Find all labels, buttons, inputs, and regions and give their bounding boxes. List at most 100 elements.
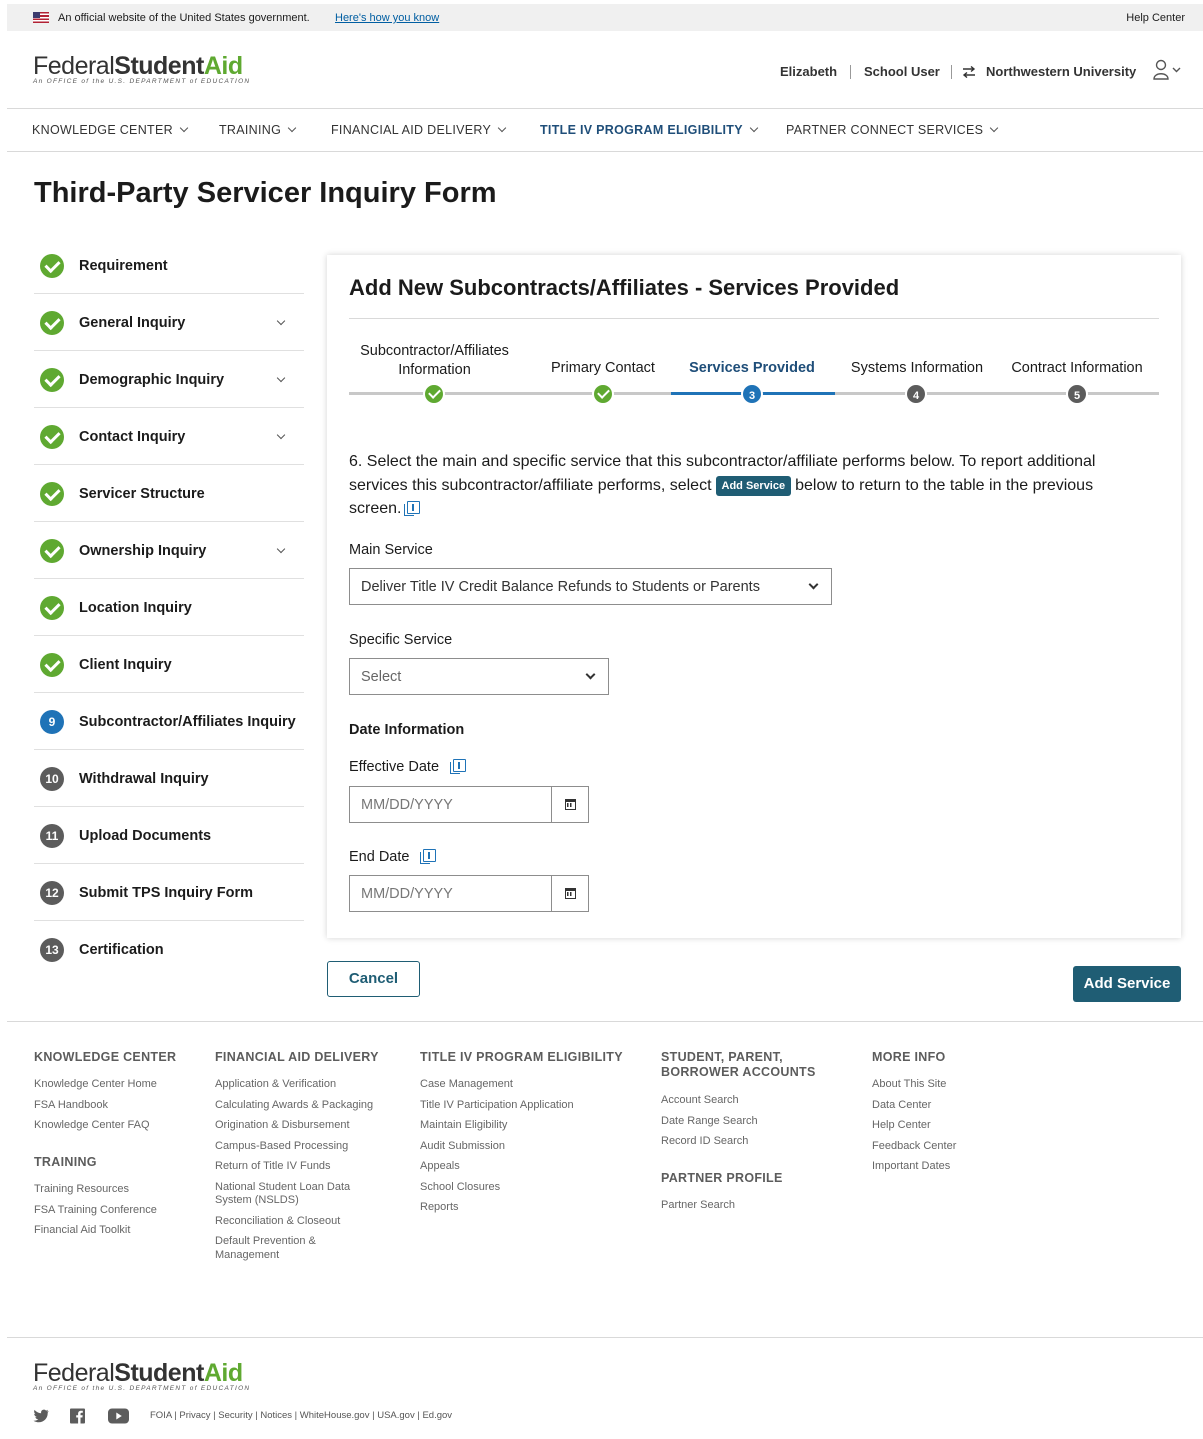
progress-step-subcontractor-info[interactable]: Subcontractor/Affiliates Information: [347, 342, 522, 380]
nav-training[interactable]: TRAINING: [219, 123, 297, 137]
footer-link[interactable]: Application & Verification: [215, 1078, 375, 1092]
chevron-down-icon[interactable]: [276, 544, 286, 554]
info-icon[interactable]: [404, 501, 421, 516]
add-service-button[interactable]: Add Service: [1073, 966, 1181, 1002]
help-center-link[interactable]: Help Center: [1126, 12, 1185, 24]
step-requirement[interactable]: Requirement: [34, 237, 304, 294]
footer-link[interactable]: Important Dates: [872, 1160, 956, 1174]
cancel-button[interactable]: Cancel: [327, 961, 420, 997]
info-icon[interactable]: [450, 759, 467, 774]
footer-link[interactable]: Data Center: [872, 1099, 956, 1113]
organization-name[interactable]: Northwestern University: [986, 64, 1136, 79]
step-label: Contact Inquiry: [79, 429, 186, 445]
check-icon: [40, 596, 64, 620]
footer-link[interactable]: Return of Title IV Funds: [215, 1160, 375, 1174]
footer-link[interactable]: Calculating Awards & Packaging: [215, 1099, 375, 1113]
step-client-inquiry[interactable]: Client Inquiry: [34, 636, 304, 693]
effective-date-input[interactable]: MM/DD/YYYY: [349, 786, 589, 823]
footer-legal-links[interactable]: FOIA | Privacy | Security | Notices | Wh…: [150, 1410, 452, 1421]
info-icon[interactable]: [420, 849, 437, 864]
footer-link[interactable]: Reports: [420, 1201, 574, 1215]
footer-link[interactable]: Campus-Based Processing: [215, 1140, 375, 1154]
step-upload-documents[interactable]: 11 Upload Documents: [34, 807, 304, 864]
footer-link[interactable]: Audit Submission: [420, 1140, 574, 1154]
progress-step-primary-contact[interactable]: Primary Contact: [537, 359, 669, 378]
twitter-icon[interactable]: [33, 1408, 49, 1424]
footer-link[interactable]: Date Range Search: [661, 1115, 758, 1129]
footer-link[interactable]: FSA Handbook: [34, 1099, 157, 1113]
footer-link[interactable]: School Closures: [420, 1181, 574, 1195]
footer-link[interactable]: Knowledge Center Home: [34, 1078, 157, 1092]
footer-heading-financial-aid-delivery: FINANCIAL AID DELIVERY: [215, 1050, 379, 1064]
nav-knowledge-center[interactable]: KNOWLEDGE CENTER: [32, 123, 189, 137]
facebook-icon[interactable]: [70, 1408, 85, 1424]
step-subcontractor-affiliates-inquiry[interactable]: 9 Subcontractor/Affiliates Inquiry: [34, 693, 304, 750]
chevron-down-icon[interactable]: [276, 430, 286, 440]
chevron-down-icon[interactable]: [276, 373, 286, 383]
fsa-logo[interactable]: FederalStudentAid An OFFICE of the U.S. …: [33, 52, 250, 85]
chevron-down-icon[interactable]: [276, 316, 286, 326]
step-label: Certification: [79, 942, 164, 958]
footer-link[interactable]: Partner Search: [661, 1199, 735, 1213]
footer-link[interactable]: Financial Aid Toolkit: [34, 1224, 157, 1238]
switch-org-icon[interactable]: [962, 66, 976, 78]
footer-heading-title-iv-eligibility: TITLE IV PROGRAM ELIGIBILITY: [420, 1050, 623, 1064]
main-service-select[interactable]: Deliver Title IV Credit Balance Refunds …: [349, 568, 832, 605]
user-account-icon[interactable]: [1153, 59, 1185, 81]
footer-link[interactable]: Origination & Disbursement: [215, 1119, 375, 1133]
user-role[interactable]: School User: [864, 64, 940, 79]
step-certification[interactable]: 13 Certification: [34, 921, 304, 978]
footer-list-financial-aid-delivery: Application & Verification Calculating A…: [215, 1078, 375, 1269]
how-you-know-link[interactable]: Here's how you know: [335, 12, 439, 24]
footer-link[interactable]: Maintain Eligibility: [420, 1119, 574, 1133]
logo-aid: Aid: [203, 52, 243, 80]
youtube-icon[interactable]: [108, 1408, 129, 1424]
check-icon: [40, 539, 64, 563]
nav-title-iv-program-eligibility[interactable]: TITLE IV PROGRAM ELIGIBILITY: [540, 123, 759, 137]
footer-link[interactable]: Knowledge Center FAQ: [34, 1119, 157, 1133]
chevron-down-icon: [808, 579, 819, 590]
step-ownership-inquiry[interactable]: Ownership Inquiry: [34, 522, 304, 579]
footer-link[interactable]: About This Site: [872, 1078, 956, 1092]
step-servicer-structure[interactable]: Servicer Structure: [34, 465, 304, 522]
step-location-inquiry[interactable]: Location Inquiry: [34, 579, 304, 636]
us-flag-icon: [33, 12, 49, 23]
footer-list-more-info: About This Site Data Center Help Center …: [872, 1078, 956, 1181]
step-contact-inquiry[interactable]: Contact Inquiry: [34, 408, 304, 465]
footer-link[interactable]: Help Center: [872, 1119, 956, 1133]
step-submit-tps-inquiry-form[interactable]: 12 Submit TPS Inquiry Form: [34, 864, 304, 921]
footer-link[interactable]: Reconciliation & Closeout: [215, 1215, 375, 1229]
footer-link[interactable]: Record ID Search: [661, 1135, 758, 1149]
main-service-value: Deliver Title IV Credit Balance Refunds …: [361, 579, 760, 595]
footer-link[interactable]: National Student Loan Data System (NSLDS…: [215, 1181, 375, 1208]
chevron-down-icon: [287, 123, 297, 133]
step-general-inquiry[interactable]: General Inquiry: [34, 294, 304, 351]
calendar-button[interactable]: [551, 876, 588, 911]
footer-fsa-logo[interactable]: FederalStudentAid An OFFICE of the U.S. …: [33, 1359, 250, 1392]
header-divider: [7, 108, 1203, 109]
nav-partner-connect-services[interactable]: PARTNER CONNECT SERVICES: [786, 123, 999, 137]
progress-step-services-provided[interactable]: Services Provided: [679, 359, 825, 378]
footer-link[interactable]: FSA Training Conference: [34, 1204, 157, 1218]
step-withdrawal-inquiry[interactable]: 10 Withdrawal Inquiry: [34, 750, 304, 807]
card-title: Add New Subcontracts/Affiliates - Servic…: [349, 275, 900, 300]
specific-service-select[interactable]: Select: [349, 658, 609, 695]
progress-step-systems-information[interactable]: Systems Information: [839, 359, 995, 378]
end-date-input[interactable]: MM/DD/YYYY: [349, 875, 589, 912]
step-demographic-inquiry[interactable]: Demographic Inquiry: [34, 351, 304, 408]
calendar-button[interactable]: [551, 787, 588, 822]
footer-link[interactable]: Title IV Participation Application: [420, 1099, 574, 1113]
footer-link[interactable]: Training Resources: [34, 1183, 157, 1197]
footer-link[interactable]: Case Management: [420, 1078, 574, 1092]
nav-financial-aid-delivery[interactable]: FINANCIAL AID DELIVERY: [331, 123, 507, 137]
progress-current-badge: 3: [741, 383, 763, 405]
user-name[interactable]: Elizabeth: [780, 64, 837, 79]
footer-link[interactable]: Default Prevention & Management: [215, 1235, 375, 1262]
step-number-badge: 12: [40, 881, 64, 905]
logo-federal: Federal: [33, 1359, 115, 1387]
footer-link[interactable]: Account Search: [661, 1094, 758, 1108]
step-label: Requirement: [79, 258, 168, 274]
footer-link[interactable]: Feedback Center: [872, 1140, 956, 1154]
footer-link[interactable]: Appeals: [420, 1160, 574, 1174]
progress-step-contract-information[interactable]: Contract Information: [1001, 359, 1153, 378]
